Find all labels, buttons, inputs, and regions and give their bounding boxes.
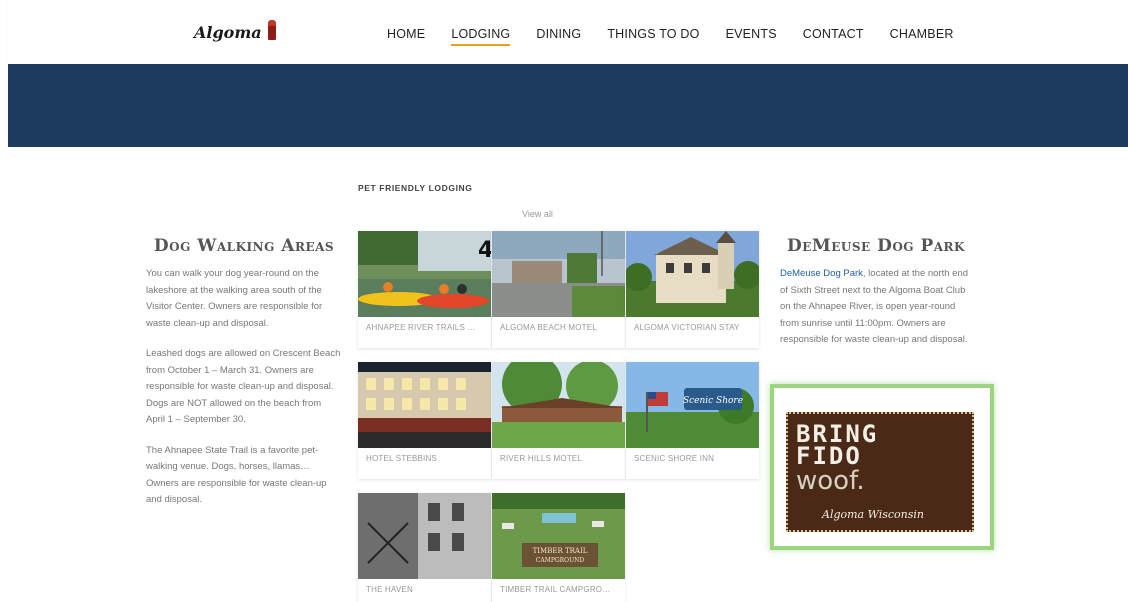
badge-line-location: Algoma Wisconsin [822,508,925,521]
nav-home[interactable]: HOME [387,27,425,46]
lodging-card-river-hills-motel[interactable]: RIVER HILLS MOTEL [492,362,625,479]
bring-fido-badge[interactable]: BRING FIDO woof. Algoma Wisconsin [770,384,994,550]
lodging-card-label: AHNAPEE RIVER TRAILS … [366,323,476,332]
lodging-card-label: ALGOMA BEACH MOTEL [500,323,597,332]
lodging-card-label: THE HAVEN [366,585,413,594]
lodging-card-the-haven[interactable]: THE HAVEN [358,493,491,602]
nav-things-to-do[interactable]: THINGS TO DO [607,27,699,46]
lodging-photo: 4 [358,231,491,317]
dog-walking-title: Dog Walking Areas [153,236,335,256]
view-all-link[interactable]: View all [522,209,553,219]
dog-park-link[interactable]: DeMeuse Dog Park [780,268,863,279]
logo-text: Algoma [194,22,262,42]
badge-line-fido: FIDO [796,442,862,470]
lodging-photo: Scenic Shore [626,362,759,448]
svg-text:4: 4 [478,238,491,263]
lodging-photo [358,493,491,579]
bring-fido-plaque: BRING FIDO woof. Algoma Wisconsin [786,412,974,532]
nav-chamber[interactable]: CHAMBER [890,27,954,46]
lodging-card-timber-trail-campground[interactable]: TIMBER TRAIL CAMPGROUND TIMBER TRAIL CAM… [492,493,625,602]
hero-banner [8,64,1128,147]
logo[interactable]: Algoma [194,20,276,42]
lodging-card-scenic-shore-inn[interactable]: Scenic Shore SCENIC SHORE INN [626,362,759,479]
dog-park-text: , located at the north end of Sixth Stre… [780,268,969,345]
timber-trail-sign-line2: CAMPGROUND [536,557,585,564]
lodging-photo [626,231,759,317]
lodging-photo: TIMBER TRAIL CAMPGROUND [492,493,625,579]
nav-contact[interactable]: CONTACT [803,27,864,46]
lodging-card-algoma-beach-motel[interactable]: ALGOMA BEACH MOTEL [492,231,625,348]
lodging-card-label: SCENIC SHORE INN [634,454,715,463]
dog-walking-paragraph-3: The Ahnapee State Trail is a favorite pe… [146,444,327,506]
badge-line-woof: woof. [796,466,865,496]
lodging-card-label: HOTEL STEBBINS [366,454,437,463]
scenic-shore-sign-text: Scenic Shore [683,396,743,406]
lighthouse-icon [267,20,276,40]
lodging-card-ahnapee-river-trails[interactable]: 4 AHNAPEE RIVER TRAILS … [358,231,491,348]
lodging-photo [492,231,625,317]
pet-friendly-lodging-title: PET FRIENDLY LODGING [358,183,473,193]
dog-park-section: DeMeuse Dog Park DeMeuse Dog Park, locat… [780,236,972,363]
timber-trail-sign-line1: TIMBER TRAIL [533,547,588,555]
main-nav: HOME LODGING DINING THINGS TO DO EVENTS … [387,27,954,46]
nav-events[interactable]: EVENTS [726,27,777,46]
dog-park-title: DeMeuse Dog Park [787,236,965,256]
lodging-card-hotel-stebbins[interactable]: HOTEL STEBBINS [358,362,491,479]
nav-dining[interactable]: DINING [536,27,581,46]
lodging-photo [492,362,625,448]
lodging-photo [358,362,491,448]
dog-walking-paragraph-2: Leashed dogs are allowed on Crescent Bea… [146,348,341,425]
nav-lodging[interactable]: LODGING [451,27,511,46]
lodging-card-label: RIVER HILLS MOTEL [500,454,583,463]
lodging-card-algoma-victorian-stay[interactable]: ALGOMA VICTORIAN STAY [626,231,759,348]
dog-park-paragraph: DeMeuse Dog Park, located at the north e… [780,266,972,349]
dog-walking-section: Dog Walking Areas You can walk your dog … [146,236,342,523]
lodging-card-label: TIMBER TRAIL CAMPGRO… [500,585,611,594]
dog-walking-paragraph-1: You can walk your dog year-round on the … [146,268,323,329]
lodging-card-label: ALGOMA VICTORIAN STAY [634,323,740,332]
